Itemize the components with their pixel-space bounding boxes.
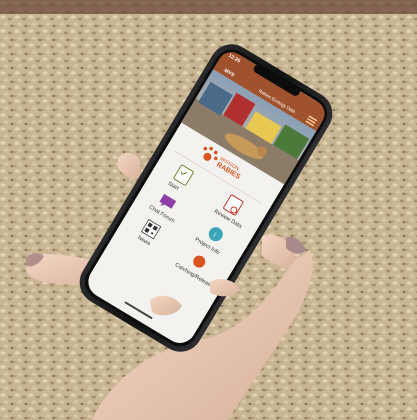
top-edge-shadow [0, 0, 417, 14]
photo-scene: 12:25 MVS Rabies Ecology Data MISSION RA… [0, 0, 417, 420]
scene-svg: 12:25 MVS Rabies Ecology Data MISSION RA… [0, 0, 417, 420]
